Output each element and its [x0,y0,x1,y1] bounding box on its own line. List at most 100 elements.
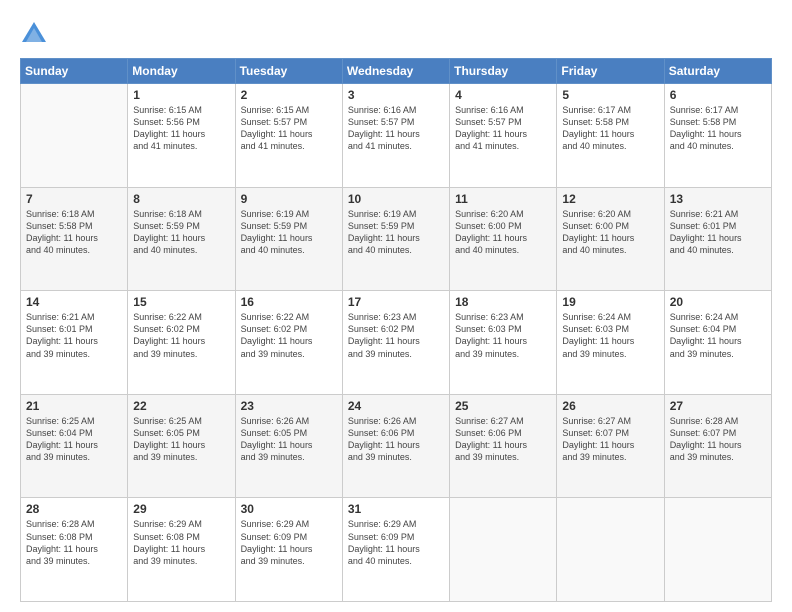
calendar-cell: 8 Sunrise: 6:18 AMSunset: 5:59 PMDaylight… [128,187,235,291]
calendar-cell: 17Sunrise: 6:23 AMSunset: 6:02 PMDayligh… [342,291,449,395]
calendar-cell: 2Sunrise: 6:15 AMSunset: 5:57 PMDaylight… [235,84,342,188]
cell-content: Sunrise: 6:29 AMSunset: 6:09 PMDaylight:… [241,518,337,567]
calendar-cell: 5Sunrise: 6:17 AMSunset: 5:58 PMDaylight… [557,84,664,188]
cell-content: Sunrise: 6:20 AMSunset: 6:00 PMDaylight:… [455,208,551,257]
day-number: 10 [348,192,444,206]
day-number: 14 [26,295,122,309]
day-number: 28 [26,502,122,516]
calendar-header-tuesday: Tuesday [235,59,342,84]
calendar-cell: 14 Sunrise: 6:21 AMSunset: 6:01 PMDayligh… [21,291,128,395]
calendar-cell: 23 Sunrise: 6:26 AMSunset: 6:05 PMDayligh… [235,394,342,498]
calendar-cell: 21 Sunrise: 6:25 AMSunset: 6:04 PMDayligh… [21,394,128,498]
calendar-week-3: 14 Sunrise: 6:21 AMSunset: 6:01 PMDayligh… [21,291,772,395]
calendar-week-1: 1 Sunrise: 6:15 AMSunset: 5:56 PMDaylight… [21,84,772,188]
cell-content: Sunrise: 6:19 AMSunset: 5:59 PMDaylight:… [241,208,337,257]
calendar-week-2: 7 Sunrise: 6:18 AMSunset: 5:58 PMDaylight… [21,187,772,291]
calendar-cell: 3Sunrise: 6:16 AMSunset: 5:57 PMDaylight… [342,84,449,188]
cell-content: Sunrise: 6:24 AMSunset: 6:03 PMDaylight:… [562,311,658,360]
calendar-cell: 13 Sunrise: 6:21 AMSunset: 6:01 PMDayligh… [664,187,771,291]
day-number: 18 [455,295,551,309]
calendar-cell: 15Sunrise: 6:22 AMSunset: 6:02 PMDayligh… [128,291,235,395]
day-number: 9 [241,192,337,206]
calendar-cell: 24 Sunrise: 6:26 AMSunset: 6:06 PMDayligh… [342,394,449,498]
cell-content: Sunrise: 6:21 AMSunset: 6:01 PMDaylight:… [26,311,122,360]
logo [20,18,50,48]
calendar-cell: 28 Sunrise: 6:28 AMSunset: 6:08 PMDayligh… [21,498,128,602]
header [20,18,772,48]
calendar-cell: 31 Sunrise: 6:29 AMSunset: 6:09 PMDayligh… [342,498,449,602]
day-number: 23 [241,399,337,413]
day-number: 7 [26,192,122,206]
calendar-cell: 16 Sunrise: 6:22 AMSunset: 6:02 PMDayligh… [235,291,342,395]
calendar-cell [557,498,664,602]
day-number: 15 [133,295,229,309]
cell-content: Sunrise: 6:25 AMSunset: 6:04 PMDaylight:… [26,415,122,464]
cell-content: Sunrise: 6:26 AMSunset: 6:06 PMDaylight:… [348,415,444,464]
calendar-cell: 10 Sunrise: 6:19 AMSunset: 5:59 PMDayligh… [342,187,449,291]
day-number: 13 [670,192,766,206]
calendar-header-row: SundayMondayTuesdayWednesdayThursdayFrid… [21,59,772,84]
calendar-table: SundayMondayTuesdayWednesdayThursdayFrid… [20,58,772,602]
cell-content: Sunrise: 6:22 AMSunset: 6:02 PMDaylight:… [241,311,337,360]
cell-content: Sunrise: 6:19 AMSunset: 5:59 PMDaylight:… [348,208,444,257]
cell-content: Sunrise: 6:18 AMSunset: 5:58 PMDaylight:… [26,208,122,257]
calendar-cell: 22 Sunrise: 6:25 AMSunset: 6:05 PMDayligh… [128,394,235,498]
day-number: 1 [133,88,229,102]
cell-content: Sunrise: 6:28 AMSunset: 6:07 PMDaylight:… [670,415,766,464]
day-number: 20 [670,295,766,309]
day-number: 24 [348,399,444,413]
calendar-cell [21,84,128,188]
day-number: 16 [241,295,337,309]
calendar-cell: 18 Sunrise: 6:23 AMSunset: 6:03 PMDayligh… [450,291,557,395]
calendar-cell: 7 Sunrise: 6:18 AMSunset: 5:58 PMDaylight… [21,187,128,291]
cell-content: Sunrise: 6:25 AMSunset: 6:05 PMDaylight:… [133,415,229,464]
day-number: 29 [133,502,229,516]
day-number: 12 [562,192,658,206]
calendar-week-4: 21 Sunrise: 6:25 AMSunset: 6:04 PMDayligh… [21,394,772,498]
calendar-cell: 20Sunrise: 6:24 AMSunset: 6:04 PMDayligh… [664,291,771,395]
day-number: 21 [26,399,122,413]
cell-content: Sunrise: 6:29 AMSunset: 6:08 PMDaylight:… [133,518,229,567]
cell-content: Sunrise: 6:15 AMSunset: 5:56 PMDaylight:… [133,104,229,153]
cell-content: Sunrise: 6:29 AMSunset: 6:09 PMDaylight:… [348,518,444,567]
calendar-header-saturday: Saturday [664,59,771,84]
calendar-cell: 9 Sunrise: 6:19 AMSunset: 5:59 PMDaylight… [235,187,342,291]
day-number: 22 [133,399,229,413]
calendar-cell: 30 Sunrise: 6:29 AMSunset: 6:09 PMDayligh… [235,498,342,602]
day-number: 30 [241,502,337,516]
cell-content: Sunrise: 6:23 AMSunset: 6:03 PMDaylight:… [455,311,551,360]
day-number: 8 [133,192,229,206]
calendar-cell [450,498,557,602]
logo-icon [20,20,48,48]
calendar-header-monday: Monday [128,59,235,84]
day-number: 25 [455,399,551,413]
day-number: 26 [562,399,658,413]
calendar-header-friday: Friday [557,59,664,84]
calendar-cell [664,498,771,602]
cell-content: Sunrise: 6:28 AMSunset: 6:08 PMDaylight:… [26,518,122,567]
calendar-cell: 11Sunrise: 6:20 AMSunset: 6:00 PMDayligh… [450,187,557,291]
day-number: 17 [348,295,444,309]
day-number: 27 [670,399,766,413]
day-number: 2 [241,88,337,102]
calendar-cell: 6Sunrise: 6:17 AMSunset: 5:58 PMDaylight… [664,84,771,188]
calendar-cell: 29 Sunrise: 6:29 AMSunset: 6:08 PMDayligh… [128,498,235,602]
calendar-cell: 25Sunrise: 6:27 AMSunset: 6:06 PMDayligh… [450,394,557,498]
day-number: 19 [562,295,658,309]
day-number: 3 [348,88,444,102]
calendar-cell: 26Sunrise: 6:27 AMSunset: 6:07 PMDayligh… [557,394,664,498]
calendar-cell: 19 Sunrise: 6:24 AMSunset: 6:03 PMDayligh… [557,291,664,395]
day-number: 4 [455,88,551,102]
calendar-cell: 1 Sunrise: 6:15 AMSunset: 5:56 PMDaylight… [128,84,235,188]
calendar-cell: 12 Sunrise: 6:20 AMSunset: 6:00 PMDayligh… [557,187,664,291]
cell-content: Sunrise: 6:20 AMSunset: 6:00 PMDaylight:… [562,208,658,257]
day-number: 31 [348,502,444,516]
calendar-header-thursday: Thursday [450,59,557,84]
cell-content: Sunrise: 6:26 AMSunset: 6:05 PMDaylight:… [241,415,337,464]
day-number: 5 [562,88,658,102]
cell-content: Sunrise: 6:17 AMSunset: 5:58 PMDaylight:… [670,104,766,153]
cell-content: Sunrise: 6:18 AMSunset: 5:59 PMDaylight:… [133,208,229,257]
calendar-header-sunday: Sunday [21,59,128,84]
calendar-week-5: 28 Sunrise: 6:28 AMSunset: 6:08 PMDayligh… [21,498,772,602]
cell-content: Sunrise: 6:21 AMSunset: 6:01 PMDaylight:… [670,208,766,257]
